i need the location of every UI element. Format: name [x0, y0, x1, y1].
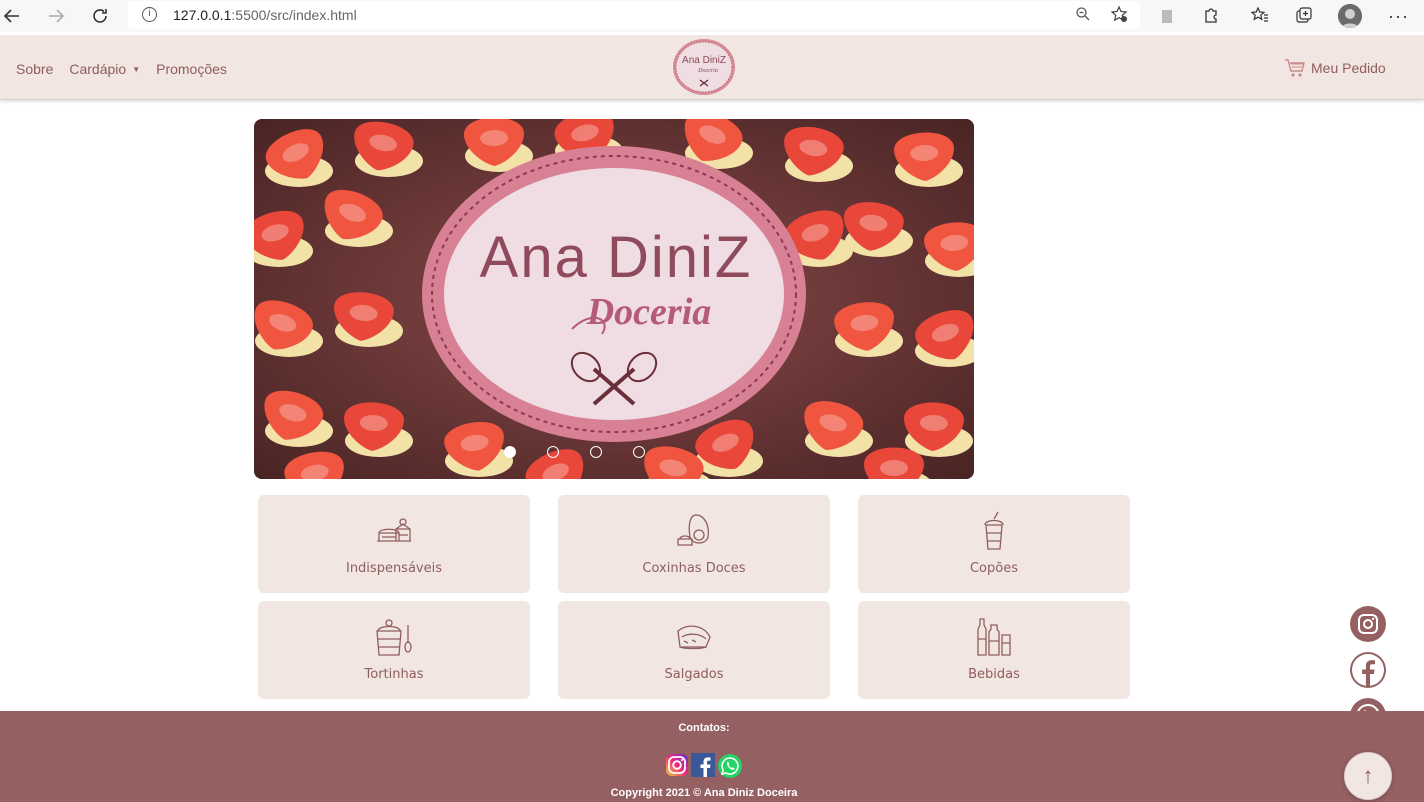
cart-link[interactable]: Meu Pedido: [1284, 57, 1386, 79]
collections-icon[interactable]: [1295, 6, 1313, 29]
cake-slice-icon: [377, 518, 411, 542]
carousel-indicators: [504, 446, 645, 458]
category-card-tortinhas[interactable]: Tortinhas: [258, 601, 530, 699]
facebook-icon: [1352, 654, 1384, 686]
copyright-text: Copyright 2021 © Ana Diniz Doceira: [610, 787, 798, 799]
category-label: Indispensáveis: [345, 561, 442, 576]
footer-instagram-link[interactable]: [665, 753, 689, 784]
pie-slice-icon: [677, 625, 711, 650]
site-header: Sobre Cardápio ▼ Promoções Ana DiniZ Doce…: [0, 35, 1424, 100]
zoom-icon[interactable]: [1075, 6, 1091, 27]
cart-label: Meu Pedido: [1311, 60, 1386, 76]
profile-avatar[interactable]: [1338, 4, 1362, 28]
puzzle-icon[interactable]: [1202, 6, 1220, 29]
refresh-icon[interactable]: [88, 4, 112, 28]
category-label: Salgados: [664, 667, 724, 682]
back-icon[interactable]: [0, 4, 24, 28]
facebook-icon: [691, 753, 715, 777]
nav-cardapio[interactable]: Cardápio ▼: [69, 61, 140, 77]
arrow-up-icon: ↑: [1362, 763, 1374, 788]
back-to-top-button[interactable]: ↑: [1344, 752, 1392, 800]
carousel-dot-4[interactable]: [633, 446, 645, 458]
info-icon[interactable]: i: [142, 7, 157, 22]
url-text: 127.0.0.1:5500/src/index.html: [173, 7, 357, 23]
dessert-cup-icon: [376, 619, 412, 656]
address-bar[interactable]: i 127.0.0.1:5500/src/index.html: [128, 1, 1140, 29]
carousel-dot-2[interactable]: [547, 446, 559, 458]
floating-instagram-button[interactable]: [1350, 606, 1386, 642]
main-nav: Sobre Cardápio ▼ Promoções: [16, 61, 243, 77]
category-card-indispensaveis[interactable]: Indispensáveis: [258, 495, 530, 593]
extension-icon[interactable]: [1160, 8, 1174, 29]
category-card-bebidas[interactable]: Bebidas: [858, 601, 1130, 699]
avocado-dessert-icon: [677, 514, 710, 546]
svg-text:Ana DiniZ: Ana DiniZ: [480, 225, 753, 290]
floating-facebook-button[interactable]: [1350, 652, 1386, 688]
svg-text:Doceria: Doceria: [697, 68, 718, 74]
cart-icon: [1285, 59, 1305, 77]
forward-icon[interactable]: [44, 4, 68, 28]
category-card-copoes[interactable]: Copões: [858, 495, 1130, 593]
favorite-add-icon[interactable]: [1110, 5, 1128, 28]
contacts-label: Contatos:: [678, 722, 730, 734]
more-menu-icon[interactable]: ···: [1388, 6, 1409, 27]
category-label: Bebidas: [968, 667, 1020, 682]
footer-social-links: [665, 753, 743, 784]
instagram-icon: [666, 754, 688, 776]
browser-toolbar: i 127.0.0.1:5500/src/index.html ···: [0, 0, 1424, 32]
milkshake-cup-icon: [984, 511, 1004, 550]
dropdown-caret-icon: ▼: [132, 64, 141, 74]
instagram-icon: [1358, 614, 1378, 634]
category-card-coxinhas-doces[interactable]: Coxinhas Doces: [558, 495, 830, 593]
category-card-salgados[interactable]: Salgados: [558, 601, 830, 699]
footer-whatsapp-link[interactable]: [717, 753, 743, 784]
category-label: Tortinhas: [364, 667, 424, 682]
carousel-dot-1[interactable]: [504, 446, 516, 458]
footer-facebook-link[interactable]: [691, 753, 715, 784]
nav-promocoes[interactable]: Promoções: [156, 61, 227, 77]
category-label: Copões: [969, 561, 1018, 576]
favorites-icon[interactable]: [1250, 6, 1269, 29]
site-logo[interactable]: Ana DiniZ Doceria: [672, 38, 736, 96]
carousel-slide-image: Ana DiniZ Doceria: [254, 119, 974, 479]
bottles-icon: [977, 618, 1011, 656]
hero-carousel[interactable]: Ana DiniZ Doceria: [254, 119, 974, 479]
whatsapp-icon: [718, 754, 742, 778]
category-label: Coxinhas Doces: [642, 561, 746, 576]
svg-text:Ana DiniZ: Ana DiniZ: [682, 55, 726, 66]
carousel-dot-3[interactable]: [590, 446, 602, 458]
site-footer: Contatos: Copyright 2021 © Ana Diniz Doc…: [0, 711, 1424, 802]
nav-sobre[interactable]: Sobre: [16, 61, 53, 77]
